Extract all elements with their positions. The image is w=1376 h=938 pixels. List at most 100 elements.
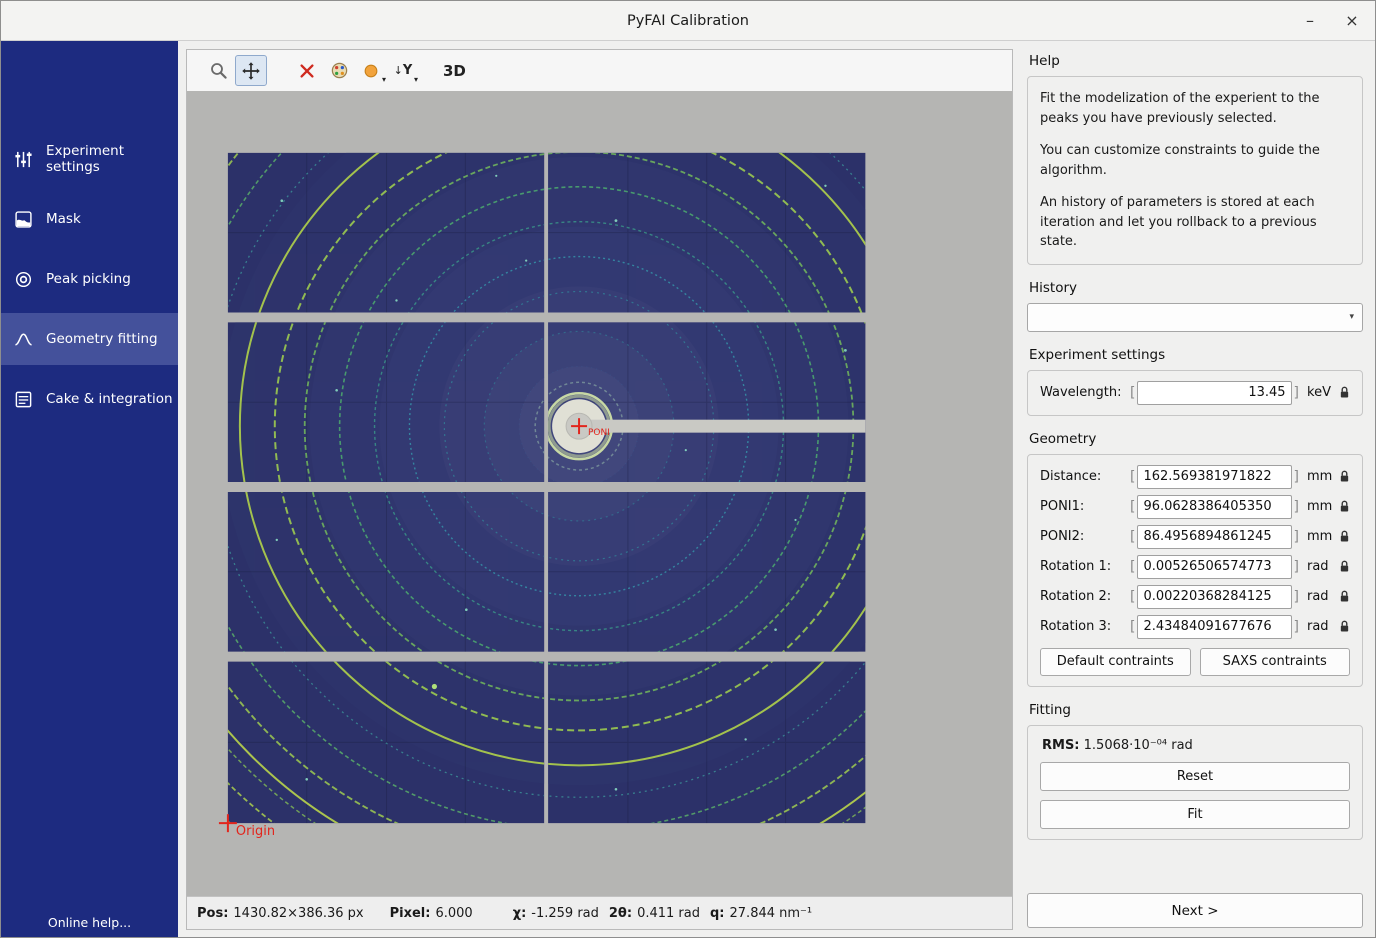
bracket-decoration: ] <box>1294 529 1299 545</box>
document-lines-icon <box>12 388 34 410</box>
sidebar-item-peak-picking[interactable]: Peak picking <box>1 253 178 305</box>
help-paragraph: An history of parameters is stored at ea… <box>1040 193 1350 252</box>
geometry-section-title: Geometry <box>1029 431 1363 447</box>
lock-icon[interactable] <box>1339 560 1350 573</box>
sidebar-item-geometry-fitting[interactable]: Geometry fitting <box>1 313 178 365</box>
sidebar-item-label: Mask <box>46 211 81 227</box>
center-marker-label: PONI <box>588 428 610 438</box>
experiment-box: Wavelength: [ ] keV <box>1027 370 1363 416</box>
marker-color-button[interactable]: ▾ <box>355 55 387 86</box>
main-panel: ▾ ↓Y ▾ 3D <box>178 41 1021 938</box>
origin-marker-label: Origin <box>236 824 275 839</box>
sidebar-item-label: Cake & integration <box>46 391 173 407</box>
experiment-section-title: Experiment settings <box>1029 347 1363 363</box>
red-cross-icon <box>298 62 316 80</box>
bracket-decoration: [ <box>1130 499 1135 515</box>
reset-button[interactable]: Reset <box>1040 762 1350 791</box>
rotation1-unit: rad <box>1307 559 1337 574</box>
poni2-label: PONI2: <box>1040 529 1128 544</box>
pan-button[interactable] <box>235 55 267 86</box>
bracket-decoration: [ <box>1130 589 1135 605</box>
lock-icon[interactable] <box>1339 530 1350 543</box>
online-help-link[interactable]: Online help... <box>1 915 178 930</box>
magnifier-icon <box>209 61 229 81</box>
next-button[interactable]: Next > <box>1027 893 1363 928</box>
zoom-button[interactable] <box>203 55 235 86</box>
saxs-constraints-button[interactable]: SAXS contraints <box>1200 648 1351 676</box>
plot-widget: ▾ ↓Y ▾ 3D <box>186 49 1013 930</box>
bracket-decoration: ] <box>1294 589 1299 605</box>
titlebar: PyFAI Calibration – × <box>1 1 1375 41</box>
rotation2-unit: rad <box>1307 589 1337 604</box>
minimize-button[interactable]: – <box>1301 13 1319 29</box>
lock-icon[interactable] <box>1339 386 1350 399</box>
bracket-decoration: [ <box>1130 385 1135 401</box>
rotation3-unit: rad <box>1307 619 1337 634</box>
bracket-decoration: ] <box>1294 385 1299 401</box>
wavelength-field[interactable] <box>1137 381 1291 405</box>
sidebar-item-label: Peak picking <box>46 271 131 287</box>
default-constraints-button[interactable]: Default contraints <box>1040 648 1191 676</box>
bracket-decoration: [ <box>1130 529 1135 545</box>
poni2-unit: mm <box>1307 529 1337 544</box>
distance-field[interactable] <box>1137 465 1291 489</box>
bracket-decoration: [ <box>1130 559 1135 575</box>
plot-statusbar: Pos:1430.82×386.36 px Pixel:6.000 χ:-1.2… <box>187 896 1012 929</box>
window-controls: – × <box>1301 1 1361 40</box>
sidebar-item-label: Geometry fitting <box>46 331 158 347</box>
bracket-decoration: ] <box>1294 499 1299 515</box>
dropdown-caret-icon: ▾ <box>414 75 418 84</box>
poni1-label: PONI1: <box>1040 499 1128 514</box>
rms-label: RMS: <box>1042 738 1080 753</box>
q-readout: q:27.844 nm⁻¹ <box>710 906 812 921</box>
bracket-decoration: [ <box>1130 619 1135 635</box>
palette-icon <box>330 61 349 80</box>
lock-icon[interactable] <box>1339 500 1350 513</box>
rotation1-field[interactable] <box>1137 555 1291 579</box>
rotation3-field[interactable] <box>1137 615 1291 639</box>
sidebar-item-cake-integration[interactable]: Cake & integration <box>1 373 178 425</box>
help-box: Fit the modelization of the experient to… <box>1027 76 1363 265</box>
lock-icon[interactable] <box>1339 470 1350 483</box>
wavelength-label: Wavelength: <box>1040 385 1128 400</box>
app-window: PyFAI Calibration – × Experiment setting… <box>0 0 1376 938</box>
dropdown-caret-icon: ▾ <box>382 75 386 84</box>
clear-markers-button[interactable] <box>291 55 323 86</box>
three-d-button[interactable]: 3D <box>443 62 466 80</box>
position-readout: Pos:1430.82×386.36 px <box>197 906 364 921</box>
colormap-button[interactable] <box>323 55 355 86</box>
sliders-icon <box>12 148 34 170</box>
plot-toolbar: ▾ ↓Y ▾ 3D <box>187 50 1012 91</box>
fitting-section-title: Fitting <box>1029 702 1363 718</box>
rms-value: 1.5068·10⁻⁰⁴ rad <box>1084 738 1193 753</box>
geometry-box: Distance: [ ] mm PONI1: [ ] mm PONI2: <box>1027 454 1363 687</box>
close-button[interactable]: × <box>1343 13 1361 29</box>
fit-button[interactable]: Fit <box>1040 800 1350 829</box>
lock-icon[interactable] <box>1339 620 1350 633</box>
help-paragraph: Fit the modelization of the experient to… <box>1040 89 1350 128</box>
mask-icon <box>12 208 34 230</box>
settings-panel: Help Fit the modelization of the experie… <box>1021 41 1375 938</box>
help-section-title: Help <box>1029 53 1363 69</box>
poni1-unit: mm <box>1307 499 1337 514</box>
y-axis-icon: ↓Y <box>394 63 413 78</box>
concentric-rings-icon <box>12 268 34 290</box>
poni2-field[interactable] <box>1137 525 1291 549</box>
lock-icon[interactable] <box>1339 590 1350 603</box>
pan-icon <box>241 61 261 81</box>
history-dropdown[interactable]: ▾ <box>1027 303 1363 332</box>
rotation2-field[interactable] <box>1137 585 1291 609</box>
bracket-decoration: [ <box>1130 469 1135 485</box>
sidebar-item-experiment-settings[interactable]: Experiment settings <box>1 133 178 185</box>
sidebar-item-label: Experiment settings <box>46 143 178 175</box>
wavelength-unit: keV <box>1307 385 1337 400</box>
bracket-decoration: ] <box>1294 469 1299 485</box>
bracket-decoration: ] <box>1294 559 1299 575</box>
diffraction-canvas[interactable]: PONI Origin <box>187 91 1012 896</box>
distance-label: Distance: <box>1040 469 1128 484</box>
poni1-field[interactable] <box>1137 495 1291 519</box>
axes-orientation-button[interactable]: ↓Y ▾ <box>387 55 419 86</box>
sidebar-item-mask[interactable]: Mask <box>1 193 178 245</box>
rotation1-label: Rotation 1: <box>1040 559 1128 574</box>
rotation3-label: Rotation 3: <box>1040 619 1128 634</box>
